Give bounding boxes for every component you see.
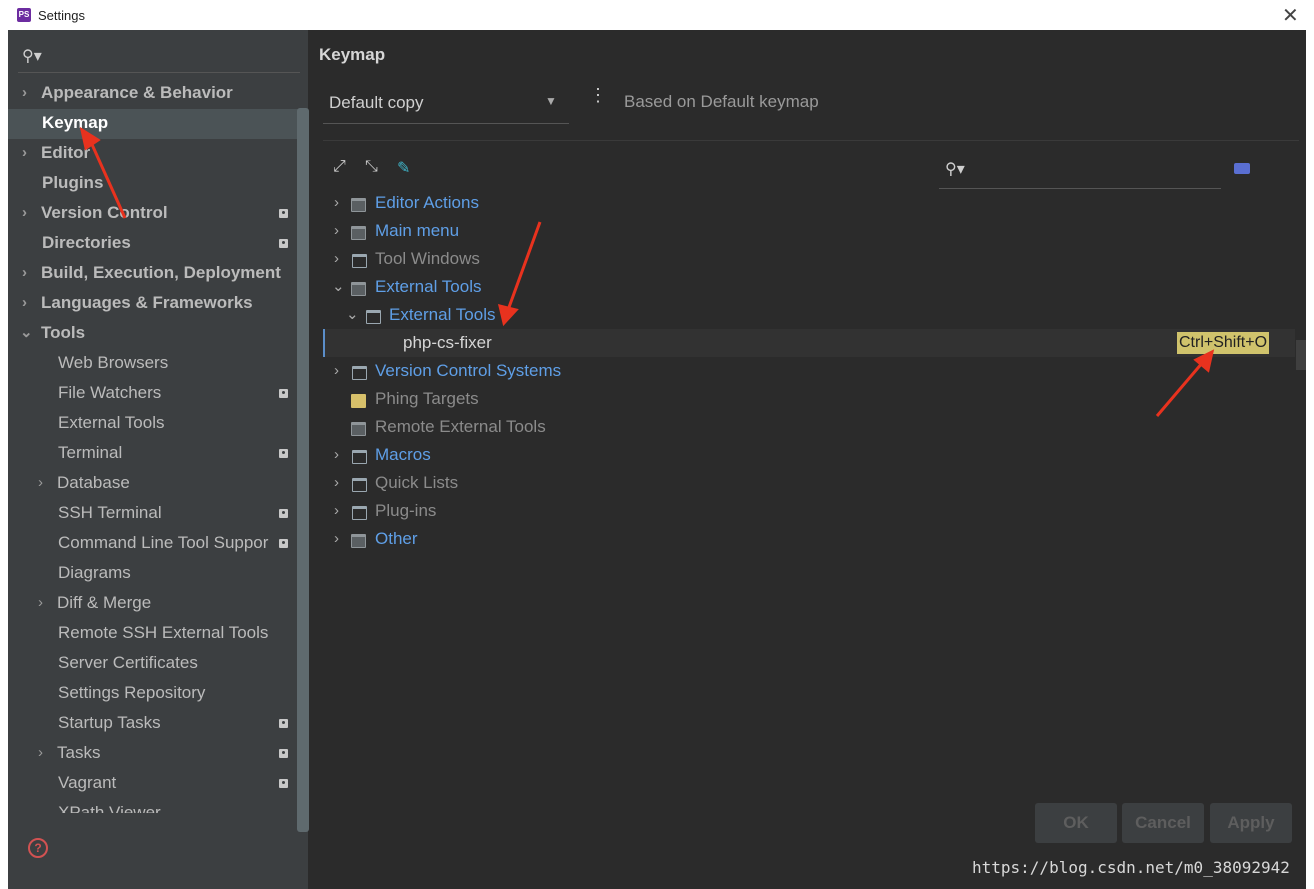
annotation-arrowhead <box>79 126 101 151</box>
annotation-arrow-external-tools <box>506 221 542 311</box>
annotation-arrowhead <box>497 303 519 327</box>
annotation-arrows <box>79 126 1215 417</box>
annotation-arrow-keymap <box>88 139 127 219</box>
annotation-arrow-shortcut <box>1155 361 1205 417</box>
